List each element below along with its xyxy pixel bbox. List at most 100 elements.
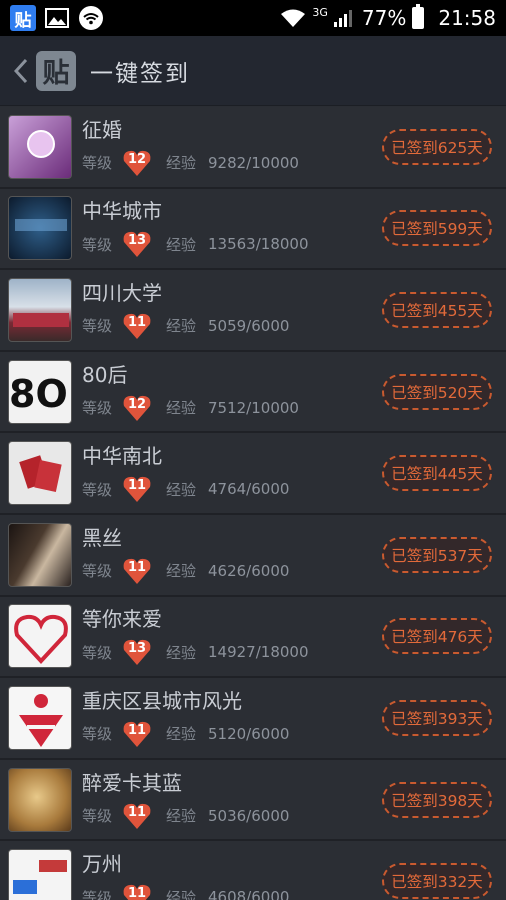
tieba-app-icon: 贴 [10, 5, 36, 31]
forum-avatar [8, 849, 72, 900]
battery-icon [412, 4, 425, 29]
exp-label: 经验 [166, 725, 197, 744]
forum-avatar [8, 767, 72, 832]
exp-value: 4764/6000 [208, 480, 290, 499]
gallery-icon [44, 5, 70, 31]
forum-row[interactable]: 8OR 80后 等级 12 经验 7512/10000 已签到520天 [0, 351, 506, 434]
forum-row[interactable]: 重庆区县城市风光 等级 11 经验 5120/6000 已签到393天 [0, 678, 506, 760]
clock: 21:58 [438, 6, 496, 30]
forum-name: 醉爱卡其蓝 [82, 770, 182, 795]
forum-row[interactable]: 中华城市 等级 13 经验 13563/18000 已签到599天 [0, 188, 506, 271]
exp-value: 4608/6000 [208, 888, 290, 900]
level-heart-icon: 11 [122, 720, 152, 748]
level-label: 等级 [82, 154, 113, 173]
forum-name: 等你来爱 [82, 607, 162, 632]
page-title: 一键签到 [90, 60, 190, 87]
level-value: 11 [127, 478, 147, 494]
level-label: 等级 [82, 888, 113, 900]
level-value: 13 [127, 641, 147, 657]
level-label: 等级 [82, 399, 113, 418]
level-value: 11 [127, 886, 147, 900]
forum-name: 黑丝 [82, 525, 122, 550]
signed-days-button[interactable]: 已签到398天 [382, 781, 492, 818]
level-heart-icon: 12 [122, 149, 152, 177]
signed-days-button[interactable]: 已签到455天 [382, 291, 492, 328]
exp-value: 14927/18000 [208, 643, 309, 662]
level-label: 等级 [82, 562, 113, 581]
signed-days-button[interactable]: 已签到625天 [382, 128, 492, 165]
forum-avatar [8, 522, 72, 587]
signed-days-button[interactable]: 已签到599天 [382, 210, 492, 247]
level-heart-icon: 13 [122, 230, 152, 258]
wifi-icon [280, 5, 306, 31]
level-value: 11 [127, 722, 147, 738]
exp-value: 9282/10000 [208, 153, 299, 172]
back-icon[interactable] [10, 56, 32, 86]
level-heart-icon: 11 [122, 312, 152, 340]
level-value: 13 [127, 233, 147, 249]
exp-value: 5036/6000 [208, 806, 290, 825]
forum-avatar [8, 114, 72, 179]
level-value: 11 [127, 804, 147, 820]
forum-avatar: 8OR [8, 359, 72, 424]
forum-row[interactable]: 征婚 等级 12 经验 9282/10000 已签到625天 [0, 107, 506, 189]
exp-value: 13563/18000 [208, 235, 309, 254]
signal-icon [330, 5, 356, 31]
forum-avatar [8, 604, 72, 669]
forum-list: 征婚 等级 12 经验 9282/10000 已签到625天 中华城市 等级 1… [0, 107, 506, 900]
exp-label: 经验 [166, 562, 197, 581]
level-label: 等级 [82, 807, 113, 826]
forum-row[interactable]: 中华南北 等级 11 经验 4764/6000 已签到445天 [0, 433, 506, 515]
network-type: 3G [312, 5, 328, 19]
exp-value: 7512/10000 [208, 398, 299, 417]
exp-label: 经验 [166, 154, 197, 173]
level-label: 等级 [82, 317, 113, 336]
forum-row[interactable]: 醉爱卡其蓝 等级 11 经验 5036/6000 已签到398天 [0, 759, 506, 842]
level-heart-icon: 13 [122, 638, 152, 666]
forum-avatar [8, 685, 72, 750]
exp-value: 5120/6000 [208, 724, 290, 743]
app-header: 贴 一键签到 [0, 36, 506, 106]
forum-name: 万州 [82, 852, 122, 877]
level-heart-icon: 12 [122, 394, 152, 422]
forum-name: 四川大学 [82, 280, 162, 305]
exp-value: 5059/6000 [208, 316, 290, 335]
exp-label: 经验 [166, 317, 197, 336]
level-heart-icon: 11 [122, 883, 152, 900]
exp-label: 经验 [166, 643, 197, 662]
battery-percent: 77% [361, 6, 407, 30]
level-heart-icon: 11 [122, 475, 152, 503]
signed-days-button[interactable]: 已签到332天 [382, 863, 492, 900]
wifi-notify-icon [78, 5, 104, 31]
forum-name: 中华城市 [82, 199, 162, 224]
forum-avatar [8, 196, 72, 261]
svg-text:8OR: 8OR [9, 372, 72, 416]
level-label: 等级 [82, 643, 113, 662]
level-value: 11 [127, 559, 147, 575]
signed-days-button[interactable]: 已签到520天 [382, 373, 492, 410]
forum-name: 征婚 [82, 117, 122, 142]
signed-days-button[interactable]: 已签到537天 [382, 536, 492, 573]
level-value: 12 [127, 151, 147, 167]
level-value: 12 [127, 396, 147, 412]
forum-avatar [8, 277, 72, 342]
forum-row[interactable]: 黑丝 等级 11 经验 4626/6000 已签到537天 [0, 514, 506, 597]
exp-label: 经验 [166, 480, 197, 499]
forum-name: 中华南北 [82, 444, 162, 469]
forum-row[interactable]: 四川大学 等级 11 经验 5059/6000 已签到455天 [0, 270, 506, 352]
exp-label: 经验 [166, 399, 197, 418]
forum-name: 80后 [82, 362, 128, 387]
level-value: 11 [127, 314, 147, 330]
forum-row[interactable]: 等你来爱 等级 13 经验 14927/18000 已签到476天 [0, 596, 506, 679]
signed-days-button[interactable]: 已签到445天 [382, 455, 492, 492]
level-label: 等级 [82, 725, 113, 744]
signed-days-button[interactable]: 已签到393天 [382, 699, 492, 736]
forum-row[interactable]: 万州 等级 11 经验 4608/6000 已签到332天 [0, 841, 506, 900]
signed-days-button[interactable]: 已签到476天 [382, 618, 492, 655]
status-bar: 贴 3G 77% 21:58 [0, 0, 506, 36]
exp-label: 经验 [166, 888, 197, 900]
level-heart-icon: 11 [122, 802, 152, 830]
level-label: 等级 [82, 480, 113, 499]
forum-avatar [8, 441, 72, 506]
exp-value: 4626/6000 [208, 561, 290, 580]
